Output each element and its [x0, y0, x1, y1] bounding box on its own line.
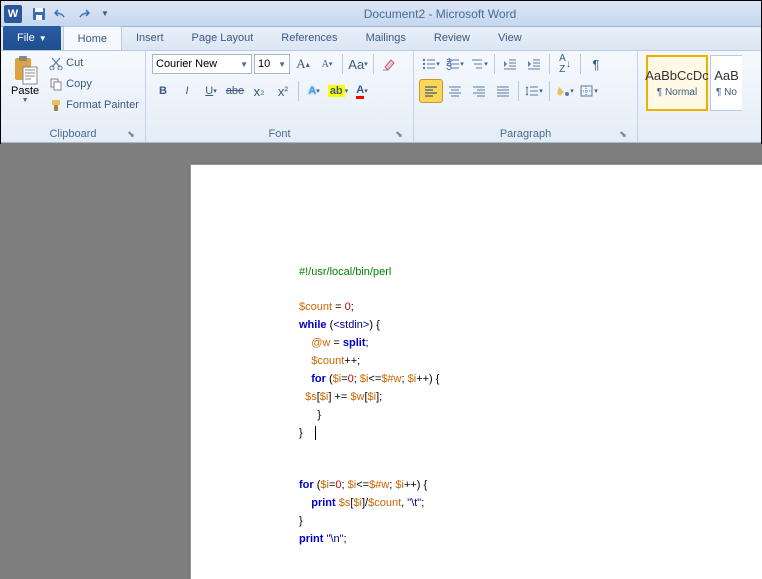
align-left-button[interactable] [420, 80, 442, 102]
cut-button[interactable]: Cut [45, 53, 143, 73]
underline-button[interactable]: U▾ [200, 80, 222, 102]
superscript-button[interactable]: x² [272, 80, 294, 102]
paste-button[interactable]: Paste ▼ [7, 53, 43, 106]
change-case-button[interactable]: Aa▾ [347, 53, 369, 75]
tab-page-layout[interactable]: Page Layout [178, 26, 268, 50]
grow-font-button[interactable]: A▴ [292, 53, 314, 75]
word-app-icon[interactable]: W [4, 5, 22, 23]
highlight-button[interactable]: ab▾ [327, 80, 349, 102]
clear-formatting-button[interactable] [378, 53, 400, 75]
clipboard-dialog-icon[interactable]: ⬊ [125, 128, 137, 140]
show-marks-button[interactable]: ¶ [585, 53, 607, 75]
font-group-label: Font [268, 128, 290, 140]
align-center-button[interactable] [444, 80, 466, 102]
paste-label: Paste [11, 85, 39, 97]
font-size-combo[interactable]: 10▼ [254, 54, 290, 74]
clipboard-group-label: Clipboard [49, 128, 96, 140]
decrease-indent-button[interactable] [499, 53, 521, 75]
tab-review[interactable]: Review [420, 26, 484, 50]
qat-customize-icon[interactable]: ▼ [95, 4, 115, 24]
bullets-button[interactable]: ▾ [420, 53, 442, 75]
numbering-button[interactable]: 123▾ [444, 53, 466, 75]
paragraph-group-label: Paragraph [500, 128, 551, 140]
strikethrough-button[interactable]: abe [224, 80, 246, 102]
copy-button[interactable]: Copy [45, 74, 143, 94]
tab-file[interactable]: File▼ [3, 26, 61, 50]
shading-button[interactable]: ▾ [554, 80, 576, 102]
save-icon[interactable] [29, 4, 49, 24]
tab-home[interactable]: Home [63, 26, 122, 50]
style-normal[interactable]: AaBbCcDc ¶ Normal [646, 55, 708, 111]
italic-button[interactable]: I [176, 80, 198, 102]
align-right-button[interactable] [468, 80, 490, 102]
shrink-font-button[interactable]: A▾ [316, 53, 338, 75]
svg-text:3: 3 [446, 61, 452, 70]
undo-icon[interactable] [51, 4, 71, 24]
window-title: Document2 - Microsoft Word [119, 7, 761, 21]
bold-button[interactable]: B [152, 80, 174, 102]
tab-references[interactable]: References [267, 26, 351, 50]
borders-button[interactable]: ▾ [578, 80, 600, 102]
format-painter-button[interactable]: Format Painter [45, 95, 143, 115]
font-dialog-icon[interactable]: ⬊ [393, 128, 405, 140]
font-name-combo[interactable]: Courier New▼ [152, 54, 252, 74]
line-spacing-button[interactable]: ▾ [523, 80, 545, 102]
tab-mailings[interactable]: Mailings [352, 26, 420, 50]
code-content[interactable]: #!/usr/local/bin/perl $count = 0; while … [299, 263, 762, 548]
style-no-spacing[interactable]: AaB ¶ No [710, 55, 742, 111]
sort-button[interactable]: AZ↓ [554, 53, 576, 75]
paragraph-dialog-icon[interactable]: ⬊ [617, 128, 629, 140]
styles-group-label [644, 138, 755, 142]
font-color-button[interactable]: A▾ [351, 80, 373, 102]
redo-icon[interactable] [73, 4, 93, 24]
increase-indent-button[interactable] [523, 53, 545, 75]
subscript-button[interactable]: x₂ [248, 80, 270, 102]
justify-button[interactable] [492, 80, 514, 102]
tab-view[interactable]: View [484, 26, 536, 50]
text-effects-button[interactable]: A▾ [303, 80, 325, 102]
tab-insert[interactable]: Insert [122, 26, 178, 50]
page[interactable]: #!/usr/local/bin/perl $count = 0; while … [190, 164, 762, 579]
document-area[interactable]: #!/usr/local/bin/perl $count = 0; while … [0, 144, 762, 579]
multilevel-button[interactable]: ▾ [468, 53, 490, 75]
text-cursor [315, 426, 316, 440]
